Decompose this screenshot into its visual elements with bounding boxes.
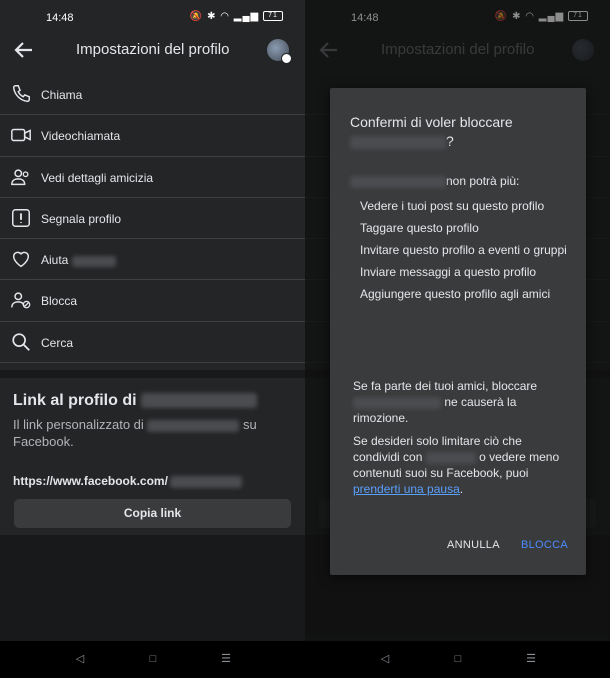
menu-item-label: Aiuta	[41, 253, 116, 267]
block-button[interactable]: BLOCCA	[521, 539, 568, 551]
menu-item-report[interactable]: Segnala profilo	[0, 198, 305, 240]
list-item: Vedere i tuoi post su questo profilo	[360, 199, 545, 213]
dialog-paragraph-limit: Se desideri solo limitare ciò che condiv…	[353, 434, 560, 496]
menu-item-label: Videochiamata	[41, 129, 121, 144]
menu-item-label: Chiama	[41, 88, 83, 102]
menu-item-search[interactable]: Cerca	[0, 322, 305, 364]
dialog-subtitle: non potrà più:	[350, 174, 519, 188]
link-section-title: Link al profilo di	[13, 392, 258, 410]
video-camera-icon	[11, 129, 31, 142]
menu-item-label: Vedi dettagli amicizia	[41, 170, 154, 185]
nav-home-icon[interactable]: □	[146, 652, 160, 666]
menu-item-label: Blocca	[41, 294, 78, 309]
dialog-title: Confermi di voler bloccare ?	[350, 114, 513, 149]
system-nav-bar: ◁ □ ☰	[0, 641, 305, 678]
redacted-name	[353, 396, 441, 409]
search-icon	[12, 333, 30, 351]
phone-icon	[12, 85, 30, 103]
menu-item-label: Segnala profilo	[41, 211, 122, 226]
block-confirm-screen: 14:48 🔕 ✱ ◠ ▂▄▆ 71 Impostazioni del prof…	[305, 0, 610, 678]
list-item: Inviare messaggi a questo profilo	[360, 265, 537, 279]
battery-icon: 71	[263, 11, 283, 22]
profile-settings-screen: 14:48 🔕 ✱ ◠ ▂▄▆ 71 Impostazioni del prof…	[0, 0, 305, 678]
report-icon	[12, 208, 30, 227]
redacted-name	[147, 419, 240, 432]
menu-item-video-call[interactable]: Videochiamata	[0, 115, 305, 157]
profile-menu: Chiama Videochiamata Vedi dettagli amici…	[0, 74, 305, 364]
menu-item-block[interactable]: Blocca	[0, 280, 305, 322]
nav-menu-icon[interactable]: ☰	[524, 652, 538, 666]
menu-item-help[interactable]: Aiuta	[0, 239, 305, 281]
cancel-button[interactable]: ANNULLA	[447, 539, 500, 551]
profile-url: https://www.facebook.com/	[13, 474, 242, 488]
profile-link-section: Link al profilo di Il link personalizzat…	[0, 370, 305, 535]
nav-menu-icon[interactable]: ☰	[219, 652, 233, 666]
redacted-name	[350, 175, 446, 188]
nav-back-icon[interactable]: ◁	[378, 652, 392, 666]
signal-icon: ▂▄▆	[233, 11, 260, 22]
back-arrow-icon[interactable]	[12, 38, 36, 62]
menu-item-label: Cerca	[41, 335, 74, 350]
list-item: Aggiungere questo profilo agli amici	[360, 287, 551, 301]
system-nav-bar: ◁ □ ☰	[305, 641, 610, 678]
header-bar: Impostazioni del profilo	[0, 34, 305, 66]
block-user-icon	[11, 292, 31, 309]
list-item: Invitare questo profilo a eventi o grupp…	[360, 243, 567, 257]
redacted-name	[350, 135, 446, 149]
restrictions-list: Vedere i tuoi post su questo profilo Tag…	[360, 198, 570, 308]
status-bar: 14:48 🔕 ✱ ◠ ▂▄▆ 71	[0, 0, 305, 34]
blank-area	[0, 535, 305, 641]
chevron-down-icon	[281, 53, 292, 64]
status-time: 14:48	[46, 12, 74, 24]
redacted-name	[141, 393, 258, 409]
link-section-description: Il link personalizzato di su Facebook.	[13, 417, 257, 449]
menu-item-friendship[interactable]: Vedi dettagli amicizia	[0, 157, 305, 198]
take-a-break-link[interactable]: prenderti una pausa	[353, 482, 460, 496]
page-title: Impostazioni del profilo	[76, 41, 230, 58]
avatar[interactable]	[267, 39, 292, 64]
list-item: Taggare questo profilo	[360, 221, 479, 235]
nav-home-icon[interactable]: □	[451, 652, 465, 666]
nav-back-icon[interactable]: ◁	[73, 652, 87, 666]
block-confirm-dialog: Confermi di voler bloccare ? non potrà p…	[330, 88, 586, 575]
wifi-icon: ◠	[220, 11, 230, 22]
redacted-username	[169, 475, 242, 488]
heart-icon	[12, 251, 30, 268]
status-icons: 🔕 ✱ ◠ ▂▄▆ 71	[190, 11, 283, 22]
friends-icon	[11, 168, 29, 185]
redacted-name	[425, 451, 476, 464]
dialog-paragraph-friends: Se fa parte dei tuoi amici, bloccare ne …	[353, 379, 538, 425]
menu-item-call[interactable]: Chiama	[0, 74, 305, 116]
redacted-name	[71, 255, 116, 267]
mute-icon: 🔕	[189, 11, 204, 22]
copy-link-button[interactable]: Copia link	[14, 499, 291, 528]
bluetooth-icon: ✱	[207, 11, 217, 22]
